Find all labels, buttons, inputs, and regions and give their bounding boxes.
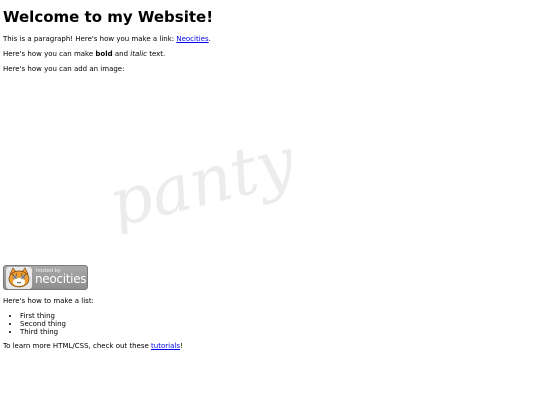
lower-section: Here's how to make a list: First thing S…: [3, 297, 537, 351]
formatting-paragraph: Here's how you can make bold and italic …: [3, 50, 537, 59]
site-image: panty: [3, 76, 303, 261]
watermark-image: panty: [101, 124, 298, 234]
formatting-text-end: text.: [146, 50, 166, 58]
list-item: Second thing: [20, 320, 537, 328]
intro-paragraph: This is a paragraph! Here's how you make…: [3, 35, 537, 44]
list-item: Third thing: [20, 328, 537, 336]
page: Welcome to my Website! This is a paragra…: [0, 0, 540, 405]
bold-text: bold: [95, 50, 113, 58]
page-title: Welcome to my Website!: [3, 8, 214, 26]
list-item: First thing: [20, 312, 537, 320]
neocities-link[interactable]: Neocities: [176, 35, 208, 43]
watermark-text: panty: [101, 124, 298, 234]
neocities-cat-icon: [6, 267, 32, 289]
example-list: First thing Second thing Third thing: [3, 312, 537, 336]
tutorials-text: To learn more HTML/CSS, check out these: [3, 342, 152, 350]
formatting-text-middle: and: [112, 50, 131, 58]
tutorials-link[interactable]: tutorials: [151, 342, 180, 350]
list-intro-paragraph: Here's how to make a list:: [3, 297, 94, 305]
tutorials-text-end: !: [179, 342, 183, 350]
intro-text: This is a paragraph! Here's how you make…: [3, 35, 177, 43]
formatting-text: Here's how you can make: [3, 50, 96, 58]
image-paragraph: Here's how you can add an image:: [3, 65, 125, 73]
hosted-by-neocities-badge[interactable]: hosted by neocities: [3, 265, 88, 290]
italic-text: italic: [130, 50, 147, 58]
intro-text-end: .: [208, 35, 211, 43]
tutorials-paragraph: To learn more HTML/CSS, check out these …: [3, 342, 537, 351]
badge-big-text: neocities: [35, 272, 87, 286]
